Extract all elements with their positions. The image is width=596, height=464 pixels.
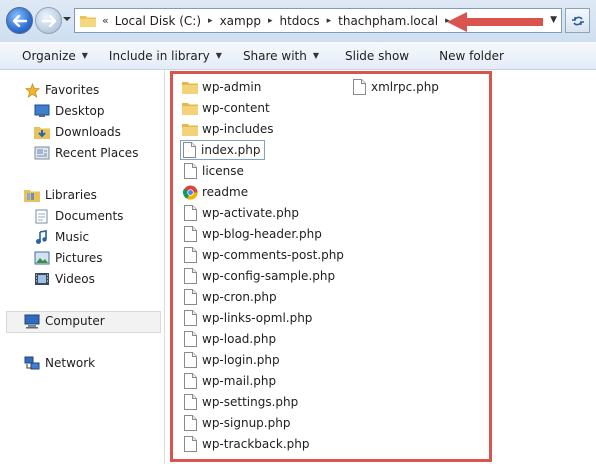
nav-pictures[interactable]: Pictures — [34, 248, 103, 268]
nav-desktop[interactable]: Desktop — [34, 101, 105, 121]
chevron-down-icon: ▼ — [215, 51, 222, 60]
address-bar-area: « Local Disk (C:) ▸ xampp ▸ htdocs ▸ tha… — [0, 0, 596, 43]
breadcrumb-overflow[interactable]: « — [102, 14, 109, 27]
breadcrumb-separator[interactable]: ▸ — [208, 16, 213, 26]
desktop-icon — [34, 103, 50, 119]
nav-libraries[interactable]: Libraries — [24, 185, 97, 205]
breadcrumb-separator[interactable]: ▸ — [327, 16, 332, 26]
recent-pages-icon[interactable] — [63, 14, 71, 24]
music-icon — [34, 229, 50, 245]
downloads-folder-icon — [34, 124, 50, 140]
nav-label: Downloads — [55, 125, 121, 139]
nav-label: Music — [55, 230, 90, 244]
nav-network[interactable]: Network — [24, 353, 95, 373]
libraries-icon — [24, 187, 40, 203]
nav-label: Pictures — [55, 251, 103, 265]
nav-label: Videos — [55, 272, 95, 286]
breadcrumb-separator[interactable]: ▸ — [268, 16, 273, 26]
folder-icon — [80, 16, 96, 27]
chevron-down-icon: ▼ — [81, 51, 88, 60]
documents-icon — [34, 208, 50, 224]
nav-label: Network — [45, 356, 96, 370]
nav-documents[interactable]: Documents — [34, 206, 123, 226]
file-list-area: wp-admin wp-content wp-includes index.php li… — [165, 70, 596, 464]
annotation-highlight-box — [170, 71, 492, 462]
slide-show-button[interactable]: Slide show — [345, 49, 409, 63]
nav-videos[interactable]: Videos — [34, 269, 95, 289]
network-icon — [24, 355, 40, 371]
nav-label: Libraries — [45, 188, 97, 202]
nav-label: Favorites — [45, 83, 100, 97]
back-button[interactable] — [6, 7, 33, 34]
new-folder-label: New folder — [439, 48, 504, 63]
nav-label: Documents — [55, 209, 124, 223]
breadcrumb-item[interactable]: Local Disk (C:) — [115, 14, 201, 28]
include-in-library-label: Include in library — [108, 48, 210, 63]
nav-label: Recent Places — [55, 146, 139, 160]
breadcrumb: « Local Disk (C:) ▸ xampp ▸ htdocs ▸ tha… — [102, 14, 457, 28]
nav-label: Computer — [45, 314, 105, 328]
videos-icon — [34, 271, 50, 287]
organize-label: Organize — [22, 48, 76, 63]
share-with-button[interactable]: Share with ▼ — [243, 49, 319, 63]
star-icon — [24, 82, 40, 98]
forward-arrow-icon — [41, 14, 56, 27]
command-toolbar: Organize ▼ Include in library ▼ Share wi… — [0, 42, 596, 70]
forward-button[interactable] — [35, 7, 62, 34]
recent-places-icon — [34, 145, 50, 161]
slide-show-label: Slide show — [345, 48, 410, 63]
nav-music[interactable]: Music — [34, 227, 89, 247]
include-in-library-button[interactable]: Include in library ▼ — [109, 49, 222, 63]
breadcrumb-item[interactable]: thachpham.local — [338, 14, 438, 28]
chevron-down-icon: ▼ — [312, 51, 319, 60]
new-folder-button[interactable]: New folder — [439, 49, 504, 63]
nav-computer[interactable]: Computer — [24, 311, 105, 331]
back-arrow-icon — [12, 14, 27, 27]
breadcrumb-item[interactable]: htdocs — [279, 14, 319, 28]
refresh-button[interactable] — [565, 8, 590, 33]
navigation-pane: Favorites Desktop Downloads Recent Place… — [0, 70, 165, 464]
breadcrumb-item[interactable]: xampp — [220, 14, 261, 28]
refresh-icon — [571, 16, 584, 25]
nav-favorites[interactable]: Favorites — [24, 80, 99, 100]
pictures-icon — [34, 250, 50, 266]
nav-label: Desktop — [55, 104, 105, 118]
address-dropdown-button[interactable]: ▼ — [550, 15, 557, 25]
nav-recent-places[interactable]: Recent Places — [34, 143, 138, 163]
nav-downloads[interactable]: Downloads — [34, 122, 121, 142]
share-with-label: Share with — [242, 48, 307, 63]
annotation-arrow-icon — [447, 12, 543, 32]
computer-icon — [24, 313, 40, 329]
organize-button[interactable]: Organize ▼ — [22, 49, 88, 63]
